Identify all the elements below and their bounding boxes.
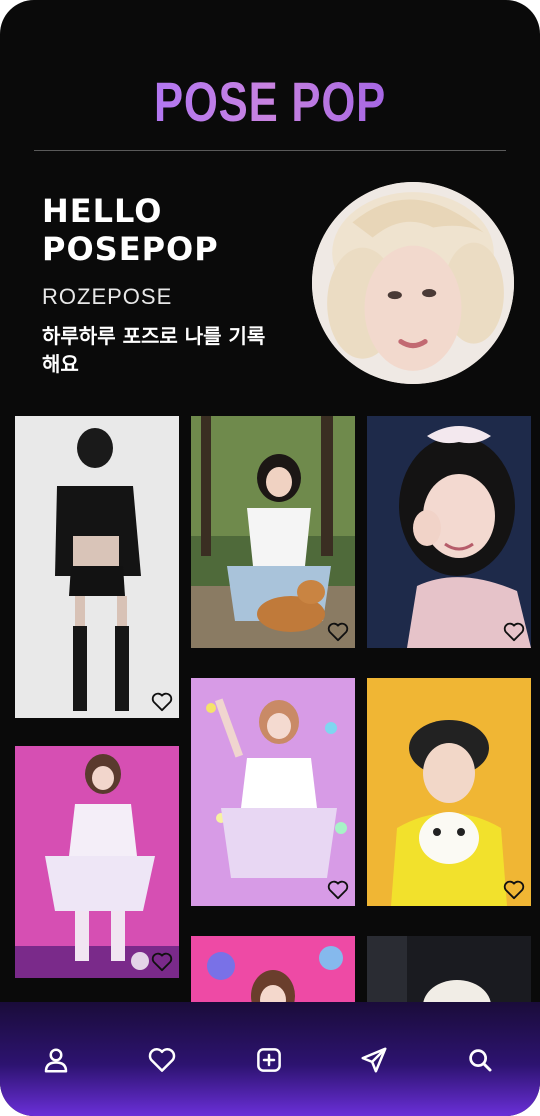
greeting: HELLO POSEPOP — [42, 192, 219, 268]
nav-add-button[interactable] — [251, 1042, 287, 1078]
profile-tagline: 하루하루 포즈로 나를 기록해요 — [42, 324, 266, 376]
pose-feed-grid — [0, 416, 540, 1006]
search-icon — [469, 1049, 492, 1072]
feed-card[interactable] — [15, 746, 179, 978]
like-button[interactable] — [327, 880, 349, 900]
heart-icon — [327, 880, 349, 900]
bottom-navigation — [0, 1002, 540, 1116]
nav-likes-button[interactable] — [144, 1042, 180, 1078]
feed-photo — [367, 936, 531, 1006]
like-button[interactable] — [503, 622, 525, 642]
feed-photo — [191, 416, 355, 648]
feed-photo — [15, 746, 179, 978]
like-button[interactable] — [151, 952, 173, 972]
nav-send-button[interactable] — [356, 1042, 392, 1078]
brand-logo: POSE POP — [59, 70, 480, 134]
feed-card[interactable] — [191, 936, 355, 1006]
like-button[interactable] — [327, 622, 349, 642]
feed-card[interactable] — [367, 678, 531, 906]
heart-icon — [503, 880, 525, 900]
greeting-line-1: HELLO — [42, 192, 163, 230]
feed-card[interactable] — [367, 416, 531, 648]
nav-search-button[interactable] — [462, 1042, 498, 1078]
feed-photo — [191, 936, 355, 1006]
feed-card[interactable] — [191, 678, 355, 906]
heart-icon — [327, 622, 349, 642]
avatar-photo — [312, 182, 514, 384]
user-icon — [44, 1048, 68, 1073]
feed-photo — [191, 678, 355, 906]
app-screen: POSE POP HELLO POSEPOP ROZEPOSE 하루하루 포즈로… — [0, 0, 540, 1116]
plus-square-icon — [257, 1048, 281, 1072]
nav-profile-button[interactable] — [38, 1042, 74, 1078]
feed-photo — [367, 678, 531, 906]
heart-icon — [148, 1048, 176, 1072]
feed-photo — [367, 416, 531, 648]
greeting-line-2: POSEPOP — [42, 230, 219, 268]
feed-card[interactable] — [15, 416, 179, 718]
like-button[interactable] — [151, 692, 173, 712]
feed-card[interactable] — [191, 416, 355, 648]
feed-photo — [15, 416, 179, 718]
send-icon — [361, 1047, 387, 1073]
like-button[interactable] — [503, 880, 525, 900]
heart-icon — [503, 622, 525, 642]
profile-handle: ROZEPOSE — [42, 284, 173, 309]
heart-icon — [151, 692, 173, 712]
header-divider — [34, 150, 506, 151]
heart-icon — [151, 952, 173, 972]
feed-card[interactable] — [367, 936, 531, 1006]
profile-avatar[interactable] — [312, 182, 514, 384]
